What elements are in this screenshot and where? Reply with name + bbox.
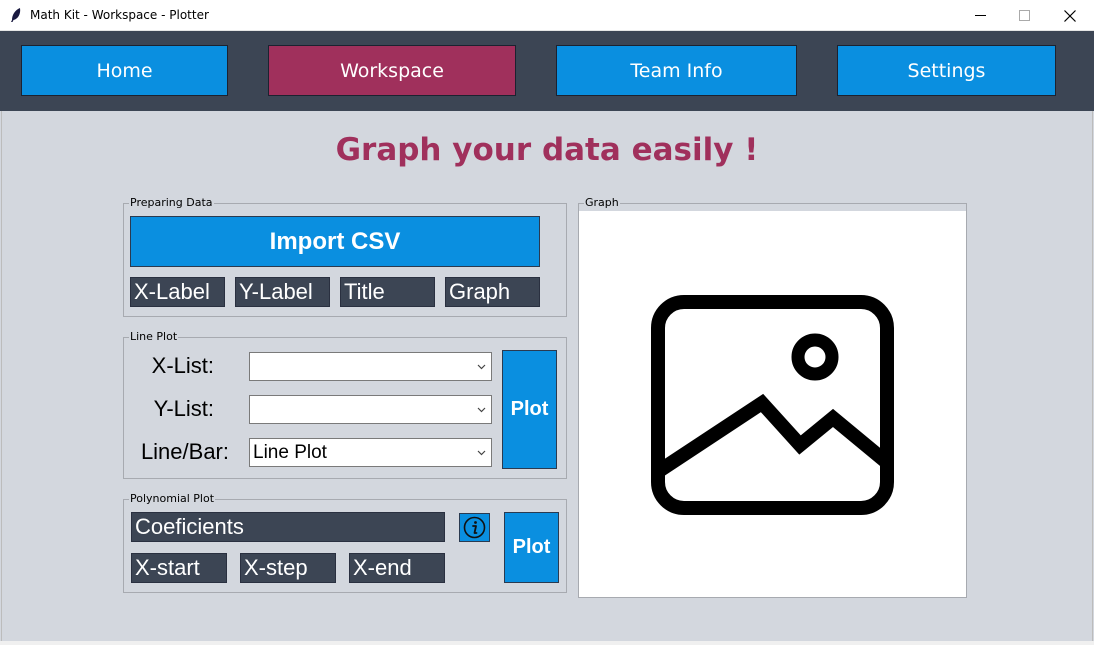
nav-workspace-button[interactable]: Workspace	[268, 45, 516, 96]
line-plot-label: Line Plot	[129, 330, 179, 343]
page-title: Graph your data easily !	[335, 132, 759, 168]
nav-bar: Home Workspace Team Info Settings	[0, 31, 1094, 111]
window-title: Math Kit - Workspace - Plotter	[30, 8, 209, 22]
x-label-field[interactable]: X-Label	[130, 277, 225, 307]
minimize-icon	[974, 15, 986, 16]
close-icon	[1064, 9, 1076, 22]
plot-type-combobox[interactable]: Line Plot	[249, 438, 492, 467]
info-icon	[463, 516, 486, 539]
nav-team-info-button[interactable]: Team Info	[556, 45, 797, 96]
window-titlebar: Math Kit - Workspace - Plotter	[0, 0, 1094, 31]
x-start-field[interactable]: X-start	[131, 553, 227, 583]
x-list-label: X-List:	[151, 353, 214, 378]
chevron-down-icon	[477, 407, 486, 413]
feather-icon	[11, 8, 21, 22]
chevron-down-icon	[477, 450, 486, 456]
maximize-icon	[1018, 10, 1030, 21]
x-step-field[interactable]: X-step	[240, 553, 336, 583]
plot-type-value: Line Plot	[253, 441, 327, 463]
info-button[interactable]	[459, 513, 490, 542]
polynomial-plot-label: Polynomial Plot	[129, 492, 216, 505]
graph-field[interactable]: Graph	[445, 277, 540, 307]
line-plot-button[interactable]: Plot	[502, 350, 557, 469]
graph-label: Graph	[584, 196, 620, 209]
chevron-down-icon	[477, 364, 486, 370]
title-field[interactable]: Title	[340, 277, 435, 307]
polynomial-plot-button[interactable]: Plot	[504, 512, 559, 583]
x-end-field[interactable]: X-end	[349, 553, 445, 583]
import-csv-button[interactable]: Import CSV	[130, 216, 540, 267]
maximize-button[interactable]	[1001, 0, 1047, 31]
image-icon	[651, 295, 894, 515]
y-list-label: Y-List:	[153, 396, 214, 421]
nav-home-button[interactable]: Home	[21, 45, 228, 96]
coefficients-field[interactable]: Coeficients	[131, 512, 445, 542]
y-list-combobox[interactable]	[249, 395, 492, 424]
graph-canvas	[579, 211, 966, 597]
close-button[interactable]	[1047, 0, 1093, 31]
nav-settings-button[interactable]: Settings	[837, 45, 1056, 96]
y-label-field[interactable]: Y-Label	[235, 277, 330, 307]
line-bar-label: Line/Bar:	[140, 439, 229, 464]
preparing-data-label: Preparing Data	[129, 196, 214, 209]
window-bottom-edge	[0, 641, 1094, 645]
x-list-combobox[interactable]	[249, 352, 492, 381]
minimize-button[interactable]	[957, 0, 1003, 31]
